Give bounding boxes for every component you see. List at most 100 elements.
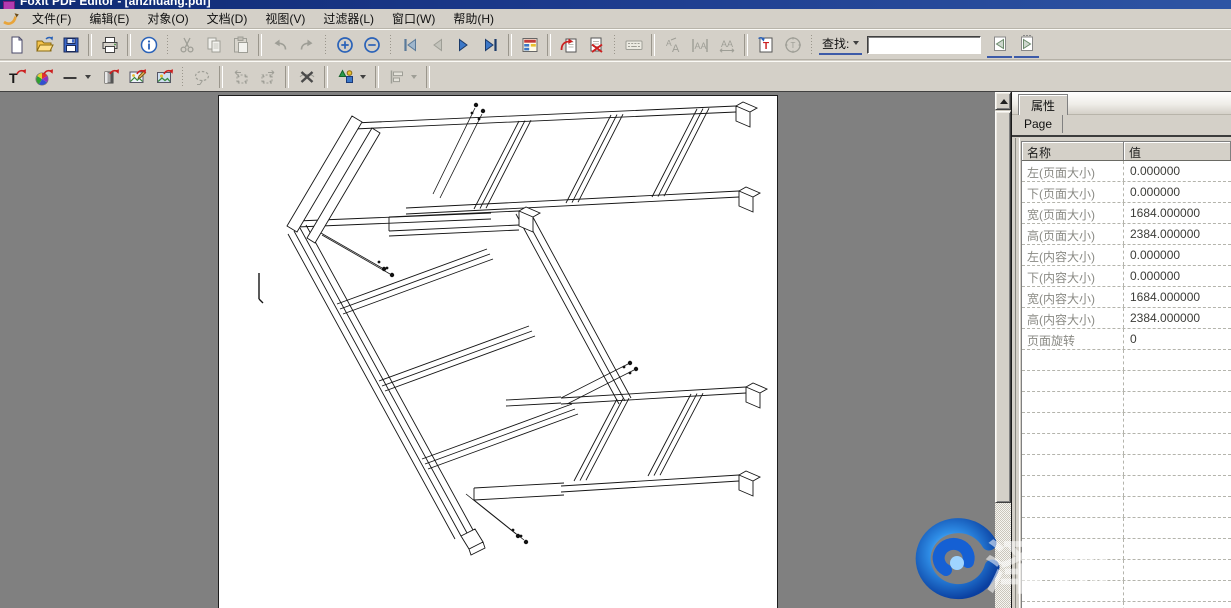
property-value[interactable]: 0 — [1124, 329, 1231, 349]
property-value[interactable]: 1684.000000 — [1124, 203, 1231, 223]
info-button[interactable] — [136, 32, 161, 57]
copy-icon — [204, 35, 224, 55]
replace-image-button[interactable] — [151, 64, 176, 89]
lasso-icon — [192, 67, 212, 87]
app-icon[interactable] — [3, 1, 15, 9]
next-page-button[interactable] — [451, 32, 476, 57]
scrollbar-thumb[interactable] — [995, 111, 1011, 503]
redo-button — [294, 32, 319, 57]
toolbar-separator — [324, 66, 328, 88]
property-name: 宽(页面大小) — [1022, 203, 1124, 223]
font-wide-icon: AA — [717, 35, 737, 55]
title-bar: Foxit PDF Editor - [anzhuang.pdf] — [0, 0, 1231, 9]
rotate-object-right-button — [255, 64, 280, 89]
zoom-out-button[interactable] — [359, 32, 384, 57]
property-row[interactable]: 宽(页面大小)1684.000000 — [1022, 203, 1231, 224]
new-document-icon — [7, 35, 27, 55]
save-floppy-button[interactable] — [58, 32, 83, 57]
foxit-pen-icon — [2, 11, 20, 27]
property-value-empty — [1124, 497, 1231, 517]
find-dropdown[interactable] — [851, 36, 862, 50]
open-folder-button[interactable] — [31, 32, 56, 57]
property-row[interactable]: 高(页面大小)2384.000000 — [1022, 224, 1231, 245]
line-style-button[interactable] — [58, 64, 83, 89]
property-value[interactable]: 0.000000 — [1124, 161, 1231, 181]
delete-object-button[interactable] — [294, 64, 319, 89]
property-row-empty — [1022, 602, 1231, 608]
add-text-button[interactable]: T — [753, 32, 778, 57]
property-value[interactable]: 1684.000000 — [1124, 287, 1231, 307]
line-style-dropdown[interactable] — [84, 66, 94, 88]
toolbar-grip — [810, 35, 813, 55]
toolbar-grip — [166, 35, 169, 55]
color-wheel-button[interactable] — [31, 64, 56, 89]
redo-icon — [297, 35, 317, 55]
property-value[interactable]: 0.000000 — [1124, 182, 1231, 202]
text-circle-button: T — [780, 32, 805, 57]
cut-icon — [177, 35, 197, 55]
page-form-icon — [520, 35, 540, 55]
document-canvas[interactable] — [0, 92, 995, 608]
property-value[interactable]: 0.000000 — [1124, 245, 1231, 265]
menu-item-file[interactable]: 文件(F) — [23, 10, 80, 28]
find-group: 查找: — [819, 35, 986, 55]
toolbar-separator — [219, 66, 223, 88]
zoom-out-icon — [362, 35, 382, 55]
insert-shape-button[interactable] — [333, 64, 358, 89]
last-page-button[interactable] — [478, 32, 503, 57]
toolbar-separator — [88, 34, 92, 56]
property-name-empty — [1022, 455, 1124, 475]
property-value[interactable]: 0.000000 — [1124, 266, 1231, 286]
next-page-icon — [454, 35, 474, 55]
menu-item-view[interactable]: 视图(V) — [256, 10, 314, 28]
find-previous-icon — [990, 34, 1010, 54]
scroll-up-button[interactable] — [995, 92, 1011, 110]
scrollbar-track[interactable] — [995, 503, 1011, 608]
property-row[interactable]: 左(内容大小)0.000000 — [1022, 245, 1231, 266]
property-row[interactable]: 左(页面大小)0.000000 — [1022, 161, 1231, 182]
menu-item-document[interactable]: 文档(D) — [198, 10, 257, 28]
property-row-empty — [1022, 497, 1231, 518]
edit-image-button[interactable] — [124, 64, 149, 89]
new-document-button[interactable] — [4, 32, 29, 57]
find-next-button[interactable] — [1014, 31, 1039, 58]
align-dropdown[interactable] — [410, 66, 420, 88]
property-value[interactable]: 2384.000000 — [1124, 308, 1231, 328]
page-tab-row: Page — [1012, 115, 1231, 137]
property-row[interactable]: 下(页面大小)0.000000 — [1022, 182, 1231, 203]
property-name-empty — [1022, 476, 1124, 496]
menu-item-edit[interactable]: 编辑(E) — [80, 10, 138, 28]
pdf-page[interactable] — [218, 95, 778, 608]
property-row[interactable]: 页面旋转0 — [1022, 329, 1231, 350]
menu-item-window[interactable]: 窗口(W) — [383, 10, 444, 28]
find-input[interactable] — [867, 36, 981, 54]
svg-text:T: T — [9, 70, 18, 86]
delete-page-button[interactable] — [583, 32, 608, 57]
edit-image-icon — [127, 67, 147, 87]
menu-item-help[interactable]: 帮助(H) — [444, 10, 503, 28]
vertical-scrollbar — [995, 92, 1011, 608]
font-narrow-icon: AA — [690, 35, 710, 55]
property-name: 左(页面大小) — [1022, 161, 1124, 181]
menu-item-filter[interactable]: 过滤器(L) — [314, 10, 383, 28]
property-row[interactable]: 宽(内容大小)1684.000000 — [1022, 287, 1231, 308]
edit-text-button[interactable]: T — [4, 64, 29, 89]
property-row[interactable]: 高(内容大小)2384.000000 — [1022, 308, 1231, 329]
property-row-empty — [1022, 518, 1231, 539]
first-page-button[interactable] — [397, 32, 422, 57]
property-value[interactable]: 2384.000000 — [1124, 224, 1231, 244]
zoom-in-button[interactable] — [332, 32, 357, 57]
property-value-empty — [1124, 602, 1231, 608]
tab-page[interactable]: Page — [1020, 115, 1063, 133]
property-row[interactable]: 下(内容大小)0.000000 — [1022, 266, 1231, 287]
find-previous-button[interactable] — [987, 31, 1012, 58]
toolbar-separator — [508, 34, 512, 56]
insert-shape-dropdown[interactable] — [359, 66, 369, 88]
page-form-button[interactable] — [517, 32, 542, 57]
tab-properties[interactable]: 属性 — [1018, 94, 1068, 117]
shading-button[interactable] — [97, 64, 122, 89]
edit-text-icon: T — [7, 67, 27, 87]
print-button[interactable] — [97, 32, 122, 57]
menu-item-object[interactable]: 对象(O) — [138, 10, 197, 28]
insert-page-button[interactable] — [556, 32, 581, 57]
